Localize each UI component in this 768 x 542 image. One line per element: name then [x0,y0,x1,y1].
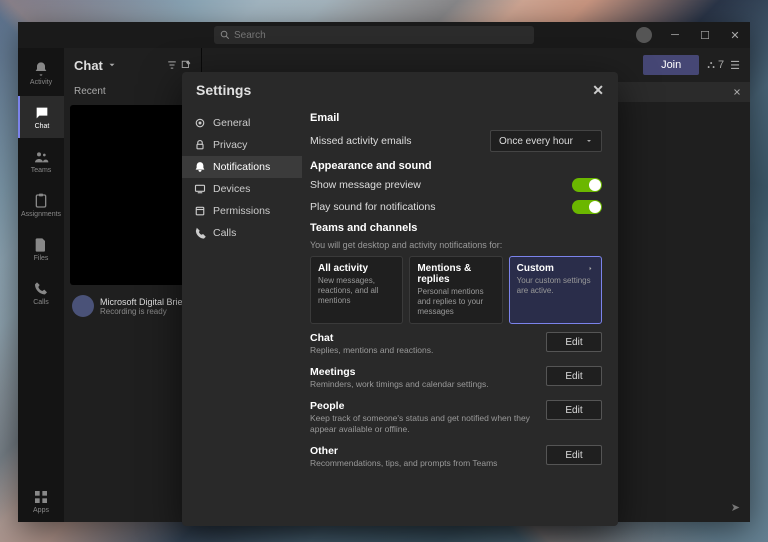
section-chat-heading: Chat [310,332,536,344]
meetings-edit-button[interactable]: Edit [546,366,602,386]
card-custom[interactable]: Custom Your custom settings are active. [509,256,602,324]
rail-label: Assignments [21,211,61,218]
missed-activity-dropdown[interactable]: Once every hour [490,130,602,152]
section-email-heading: Email [310,112,602,124]
settings-nav-devices[interactable]: Devices [182,178,302,200]
section-other-sub: Recommendations, tips, and prompts from … [310,458,536,469]
minimize-button[interactable]: ─ [660,22,690,48]
settings-close-button[interactable]: ✕ [592,82,604,99]
settings-nav-privacy[interactable]: Privacy [182,134,302,156]
people-edit-button[interactable]: Edit [546,400,602,420]
chat-item-subtitle: Recording is ready [100,307,185,316]
section-meetings-sub: Reminders, work timings and calendar set… [310,379,536,390]
section-other-heading: Other [310,445,536,457]
play-sound-label: Play sound for notifications [310,201,436,213]
rail-label: Teams [31,167,52,174]
maximize-button[interactable]: ☐ [690,22,720,48]
nav-label: Notifications [213,161,270,173]
chat-video-preview[interactable] [70,105,195,285]
section-teams-heading: Teams and channels [310,222,602,234]
settings-title: Settings [196,82,251,98]
settings-nav: General Privacy Notifications Devices Pe… [182,108,302,526]
chat-tab-recent[interactable]: Recent [64,82,201,101]
card-title: Custom [517,263,554,274]
chat-list-item[interactable]: Microsoft Digital Brief Recording is rea… [64,289,201,323]
rail-teams[interactable]: Teams [18,140,64,182]
rail-assignments[interactable]: Assignments [18,184,64,226]
rail-activity[interactable]: Activity [18,52,64,94]
chat-item-title: Microsoft Digital Brief [100,297,185,307]
user-avatar[interactable] [636,27,652,43]
close-window-button[interactable]: ✕ [720,22,750,48]
rail-label: Files [34,255,49,262]
settings-content: Email Missed activity emails Once every … [302,108,618,526]
rail-label: Chat [35,123,50,130]
nav-label: Calls [213,227,236,239]
rail-chat[interactable]: Chat [18,96,64,138]
close-strip-icon[interactable] [732,87,742,97]
section-meetings-heading: Meetings [310,366,536,378]
settings-nav-notifications[interactable]: Notifications [182,156,302,178]
rail-label: Activity [30,79,52,86]
open-panel-icon[interactable]: ☰ [730,59,740,72]
chat-panel-title: Chat [74,58,103,73]
send-icon[interactable]: ➤ [731,501,740,514]
card-sub: New messages, reactions, and all mention… [318,276,395,306]
card-all-activity[interactable]: All activity New messages, reactions, an… [310,256,403,324]
nav-label: Devices [213,183,250,195]
section-people-sub: Keep track of someone's status and get n… [310,413,536,435]
show-preview-toggle[interactable] [572,178,602,192]
card-title: Mentions & replies [417,263,494,285]
missed-activity-label: Missed activity emails [310,135,412,147]
settings-nav-general[interactable]: General [182,112,302,134]
rail-files[interactable]: Files [18,228,64,270]
rail-label: Apps [33,507,49,514]
chat-panel-header: Chat [64,48,201,82]
card-title: All activity [318,263,368,274]
nav-label: General [213,117,250,129]
main-toolbar-icons: ⛬ 7 ☰ [707,59,740,72]
other-edit-button[interactable]: Edit [546,445,602,465]
left-rail: Activity Chat Teams Assignments Files Ca… [18,48,64,522]
card-sub: Your custom settings are active. [517,276,594,296]
show-preview-label: Show message preview [310,179,421,191]
nav-label: Permissions [213,205,270,217]
dropdown-value: Once every hour [499,136,573,147]
chevron-down-icon [585,137,593,145]
search-box[interactable] [214,26,534,44]
chat-item-avatar [72,295,94,317]
people-count-icon[interactable]: ⛬ 7 [707,59,724,72]
search-icon [220,30,230,40]
rail-apps[interactable]: Apps [18,480,64,522]
rail-calls[interactable]: Calls [18,272,64,314]
card-mentions-replies[interactable]: Mentions & replies Personal mentions and… [409,256,502,324]
chat-edit-button[interactable]: Edit [546,332,602,352]
teams-app-window: ─ ☐ ✕ Activity Chat Teams Assignments Fi… [18,22,750,522]
join-button[interactable]: Join [643,55,699,75]
card-sub: Personal mentions and replies to your me… [417,287,494,317]
play-sound-toggle[interactable] [572,200,602,214]
section-appearance-heading: Appearance and sound [310,160,602,172]
settings-nav-permissions[interactable]: Permissions [182,200,302,222]
section-teams-sub: You will get desktop and activity notifi… [310,240,602,250]
settings-header: Settings ✕ [182,72,618,108]
settings-nav-calls[interactable]: Calls [182,222,302,244]
chevron-down-icon[interactable] [107,60,117,70]
section-people-heading: People [310,400,536,412]
settings-modal: Settings ✕ General Privacy Notifications… [182,72,618,526]
nav-label: Privacy [213,139,247,151]
section-chat-sub: Replies, mentions and reactions. [310,345,536,356]
rail-label: Calls [33,299,49,306]
filter-icon[interactable] [167,60,177,70]
titlebar: ─ ☐ ✕ [18,22,750,48]
chevron-right-icon [587,265,594,272]
new-chat-icon[interactable] [181,60,191,70]
search-input[interactable] [234,30,528,41]
